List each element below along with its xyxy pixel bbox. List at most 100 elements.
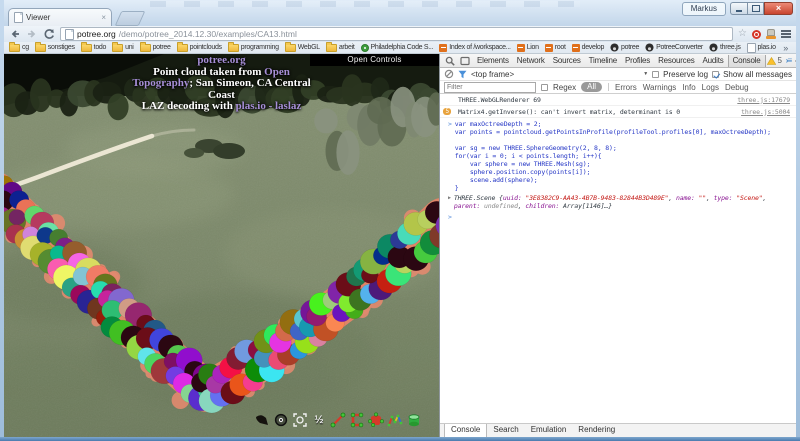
extension-red-icon[interactable] [752,30,761,39]
rotate-arrow-icon[interactable] [254,412,270,428]
back-icon[interactable] [9,28,21,40]
bookmark-item[interactable]: PotreeConverter [645,43,703,52]
half-quality-icon[interactable]: ½ [311,412,327,428]
reload-icon[interactable] [43,28,55,40]
bookmark-star-icon[interactable]: ☆ [738,29,747,39]
bookmark-label: Index of /workspace... [449,44,511,51]
open-controls-button[interactable]: Open Controls [310,54,439,66]
bookmark-label: Lion [527,44,539,51]
bookmark-item[interactable]: cg [9,44,29,52]
frame-selector[interactable]: <top frame> ▼ [471,70,648,79]
bookmark-item[interactable]: pointclouds [177,44,222,52]
folder-icon [112,44,123,52]
repeat-count-badge: 5 [443,108,451,115]
devtools-tab-elements[interactable]: Elements [473,55,513,67]
volume-tool-icon[interactable] [406,412,422,428]
drawer-toggle-icon[interactable]: ›≡ [786,56,791,65]
inspect-element-icon[interactable] [443,56,457,66]
credit-link[interactable]: Open [264,66,290,78]
window-border-left [0,0,4,441]
clip-section-icon[interactable] [349,412,365,428]
orbit-controls-icon[interactable] [273,412,289,428]
tab-title: Viewer [26,13,50,22]
console-result[interactable]: ▶THREE.Scene {uuid: "3E8382C9-AA43-4B7B-… [440,193,796,211]
maximize-button[interactable] [747,2,764,15]
level-filter-warnings[interactable]: Warnings [643,83,677,92]
source-link[interactable]: three.js:17679 [729,96,790,104]
bookmark-item[interactable]: potree [610,43,639,52]
devtools-tab-resources[interactable]: Resources [654,55,698,67]
dropdown-arrow-icon: ▼ [643,71,648,77]
profile-tool-icon[interactable] [387,412,403,428]
drawer-tab-rendering[interactable]: Rendering [572,424,621,437]
bookmark-item[interactable]: three.js [709,43,741,52]
bookmark-item[interactable]: todo [81,44,106,52]
bookmarks-overflow-icon[interactable]: » [783,43,788,53]
browser-tab[interactable]: Viewer × [8,8,112,26]
content-area: potree.orgPoint cloud taken from OpenTop… [4,54,796,437]
bookmark-item[interactable]: potree [140,44,171,52]
profile-button[interactable]: Markus [682,2,726,16]
filter-funnel-icon[interactable] [458,70,467,79]
warning-count-badge[interactable]: 5 [767,56,782,65]
bookmark-item[interactable]: sonstiges [35,44,75,52]
drawer-tab-emulation[interactable]: Emulation [525,424,573,437]
credit-link[interactable]: plas.io - laslaz [236,100,302,112]
folder-icon [285,44,296,52]
level-filter-logs[interactable]: Logs [702,83,719,92]
devtools-tabbar: ElementsNetworkSourcesTimelineProfilesRe… [440,54,796,68]
clear-console-icon[interactable] [444,69,454,79]
regex-checkbox[interactable] [541,84,548,91]
devtools-drawer-tabs: ConsoleSearchEmulationRendering [440,423,796,437]
source-link[interactable]: three.js:5004 [733,108,790,116]
maximize-icon [752,5,760,12]
bookmark-label: arbeit [339,44,355,51]
close-button[interactable]: × [764,2,793,15]
bookmark-item[interactable]: develop [572,44,604,52]
level-filter-all[interactable]: All [581,82,602,92]
drawer-tab-console[interactable]: Console [444,424,487,437]
preserve-log-checkbox[interactable] [652,71,659,78]
log-level-filters: All Errors Warnings Info Logs Debug [581,82,748,92]
console-prompt[interactable]: > [440,211,796,222]
bookmark-item[interactable]: arbeit [326,44,355,52]
drawer-tab-search[interactable]: Search [487,424,524,437]
url-bar[interactable]: potree.org/demo/potree_2014.12.30/exampl… [60,27,733,41]
bookmark-item[interactable]: Philadelphia Code S... [361,44,434,52]
filter-input[interactable] [444,82,536,93]
console-output[interactable]: THREE.WebGLRenderer 69three.js:176795Mat… [440,94,796,423]
bookmark-item[interactable]: WebGL [285,44,320,52]
credit-link[interactable]: potree.org [197,54,245,66]
bookmark-item[interactable]: root [545,44,566,52]
tab-close-icon[interactable]: × [101,14,106,22]
extension-hand-icon[interactable] [766,29,776,39]
bookmark-item[interactable]: uni [112,44,133,52]
minimize-button[interactable] [730,2,747,15]
area-measure-icon[interactable] [368,412,384,428]
level-filter-info[interactable]: Info [682,83,695,92]
preserve-log-label: Preserve log [663,70,708,79]
device-mode-icon[interactable] [458,56,472,66]
expand-arrow-icon[interactable]: ▶ [448,194,451,210]
page-favicon-icon [14,12,23,23]
focus-extent-icon[interactable] [292,412,308,428]
bookmark-item[interactable]: Index of /workspace... [439,44,511,52]
bookmark-item[interactable]: plas.io [747,43,776,53]
devtools-tab-timeline[interactable]: Timeline [585,55,621,67]
show-all-messages-checkbox[interactable] [712,71,719,78]
credit-link[interactable]: Topography [132,77,189,89]
potree-viewer[interactable]: potree.orgPoint cloud taken from OpenTop… [4,54,439,437]
level-filter-errors[interactable]: Errors [615,83,637,92]
forward-icon[interactable] [26,28,38,40]
level-filter-debug[interactable]: Debug [725,83,749,92]
menu-icon[interactable] [781,30,791,38]
devtools-tab-console[interactable]: Console [728,55,766,67]
bookmark-item[interactable]: programming [228,44,279,52]
devtools-tab-profiles[interactable]: Profiles [621,55,654,67]
devtools-tab-audits[interactable]: Audits [699,55,728,67]
bookmark-item[interactable]: Lion [517,44,539,52]
devtools-tab-sources[interactable]: Sources [549,55,585,67]
devtools-tab-network[interactable]: Network [513,55,549,67]
distance-measure-icon[interactable] [330,412,346,428]
bookmark-label: cg [22,44,29,51]
